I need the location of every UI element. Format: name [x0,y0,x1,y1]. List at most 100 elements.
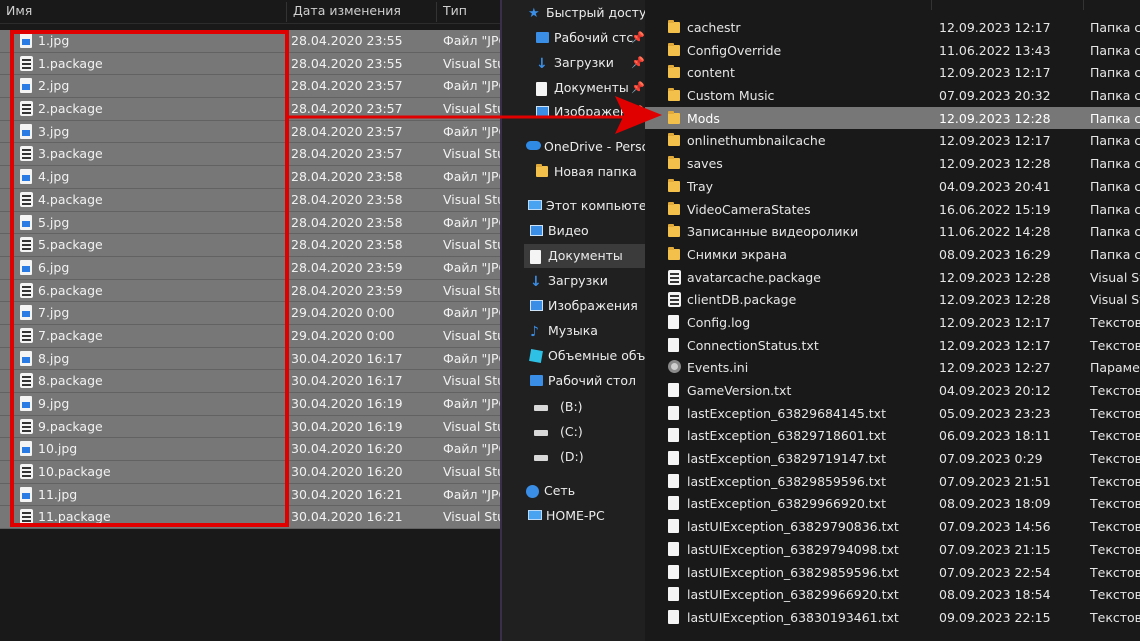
file-row[interactable]: lastException_63829718601.txt 06.09.2023 … [645,424,1140,447]
nav-item[interactable]: ♪ Музыка [530,320,645,342]
file-date: 28.04.2020 23:55 [291,33,403,48]
file-name: 3.package [38,146,103,162]
date-column-header[interactable]: Дата изменения [286,2,436,22]
file-row[interactable]: ConnectionStatus.txt 12.09.2023 12:17 Текс… [645,334,1140,357]
name-column-header[interactable] [661,0,931,10]
file-row[interactable]: 5.jpg 28.04.2020 23:58 Файл "JPG [0,211,500,235]
folder-row[interactable]: onlinethumbnailcache 12.09.2023 12:17 Папк… [645,129,1140,152]
file-row[interactable]: 9.package 30.04.2020 16:19 Visual Stuc [0,415,500,439]
nav-item[interactable]: ★ Быстрый доступ [528,2,645,24]
nav-item[interactable]: Этот компьютер [528,195,645,217]
folder-row[interactable]: Записанные видеоролики 11.06.2022 14:28 Па… [645,220,1140,243]
folder-row[interactable]: content 12.09.2023 12:17 Папка с [645,61,1140,84]
file-row[interactable]: 11.jpg 30.04.2020 16:21 Файл "JPG [0,483,500,507]
file-row[interactable]: lastUIException_63829966920.txt 08.09.202… [645,583,1140,606]
file-row[interactable]: lastUIException_63830193461.txt 09.09.202… [645,606,1140,629]
text-file-icon [668,405,679,420]
file-row[interactable]: avatarcache.package 12.09.2023 12:28 Visua… [645,266,1140,289]
file-name: avatarcache.package [687,269,821,285]
file-type: Visual Stuc [443,237,500,253]
folder-row[interactable]: Снимки экрана 08.09.2023 16:29 Папка с [645,243,1140,266]
file-type: Текстовь [1090,496,1140,512]
file-type: Файл "JPG [443,78,500,94]
folder-row[interactable]: ConfigOverride 11.06.2022 13:43 Папка с [645,39,1140,62]
file-type: Visual Stuc [443,418,500,434]
nav-item[interactable]: HOME-PC [528,505,645,527]
file-row[interactable]: 6.jpg 28.04.2020 23:59 Файл "JPG [0,256,500,280]
file-row[interactable]: 3.jpg 28.04.2020 23:57 Файл "JPG [0,120,500,144]
type-column-header[interactable]: Тип [436,2,500,22]
file-type: Текстовь [1090,473,1140,489]
file-row[interactable]: lastException_63829684145.txt 05.09.2023 … [645,402,1140,425]
date-column-header[interactable] [931,0,1083,10]
nav-item[interactable]: Новая папка [536,161,645,183]
pin-icon: 📌 [631,81,645,94]
file-row[interactable]: 7.package 29.04.2020 0:00 Visual Stuc [0,324,500,348]
file-row[interactable]: 3.package 28.04.2020 23:57 Visual Stuc [0,143,500,167]
nav-item[interactable]: Изображени 📌 [536,101,645,123]
file-row[interactable]: lastException_63829859596.txt 07.09.2023 … [645,470,1140,493]
nav-item[interactable]: Рабочий стс 📌 [536,27,645,49]
nav-item[interactable]: Видео [530,220,645,242]
folder-icon [668,133,680,147]
folder-icon [668,20,680,33]
nav-item[interactable]: (B:) [534,396,645,418]
file-row[interactable]: 11.package 30.04.2020 16:21 Visual Stuc [0,506,500,530]
file-name: 7.jpg [38,305,70,321]
nav-item[interactable]: Документы [530,245,645,267]
file-row[interactable]: 4.package 28.04.2020 23:58 Visual Stuc [0,188,500,212]
nav-item[interactable]: (D:) [534,446,645,468]
folder-row[interactable]: Mods 12.09.2023 12:28 Папка с [645,106,1140,130]
file-type: Папка с [1090,178,1140,194]
file-name: lastUIException_63829794098.txt [687,541,899,557]
file-row[interactable]: clientDB.package 12.09.2023 12:28 Visual S… [645,288,1140,311]
pin-icon: 📌 [631,56,645,69]
file-row[interactable]: 5.package 28.04.2020 23:58 Visual Stuc [0,234,500,257]
nav-item[interactable]: Сеть [526,480,645,502]
file-type: Папка с [1090,224,1140,240]
name-column-header[interactable]: Имя [0,2,286,22]
nav-item[interactable]: ↓ Загрузки [530,270,645,292]
nav-item[interactable]: Изображения [530,295,645,317]
file-row[interactable]: 6.package 28.04.2020 23:59 Visual Stuc [0,279,500,303]
file-row[interactable]: 2.package 28.04.2020 23:57 Visual Stuc [0,98,500,121]
file-row[interactable]: Events.ini 12.09.2023 12:27 Парамет [645,356,1140,379]
folder-row[interactable]: Custom Music 07.09.2023 20:32 Папка с [645,84,1140,107]
file-name: 3.jpg [38,123,70,139]
file-row[interactable]: 4.jpg 28.04.2020 23:58 Файл "JPG [0,166,500,189]
file-row[interactable]: Config.log 12.09.2023 12:17 Текстовь [645,311,1140,334]
file-date: 16.06.2022 15:19 [939,201,1051,217]
file-row[interactable]: 2.jpg 28.04.2020 23:57 Файл "JPG [0,75,500,99]
file-row[interactable]: 10.jpg 30.04.2020 16:20 Файл "JPG [0,438,500,462]
file-row[interactable]: 8.package 30.04.2020 16:17 Visual Stuc [0,370,500,393]
file-row[interactable]: lastUIException_63829859596.txt 07.09.202… [645,561,1140,584]
package-icon [20,418,33,434]
file-row[interactable]: lastUIException_63829790836.txt 07.09.202… [645,515,1140,538]
file-row[interactable]: lastException_63829719147.txt 07.09.2023 … [645,447,1140,470]
nav-item[interactable]: (C:) [534,421,645,443]
folder-row[interactable]: Tray 04.09.2023 20:41 Папка с [645,175,1140,198]
type-column-header[interactable] [1083,0,1140,10]
file-row[interactable]: 9.jpg 30.04.2020 16:19 Файл "JPG [0,393,500,416]
file-row[interactable]: 8.jpg 30.04.2020 16:17 Файл "JPG [0,347,500,371]
nav-item[interactable]: Объемные объ [529,345,645,367]
jpg-icon [20,214,32,230]
file-row[interactable]: lastException_63829966920.txt 08.09.2023 … [645,492,1140,515]
file-row[interactable]: 1.jpg 28.04.2020 23:55 Файл "JPG [0,30,500,53]
nav-item[interactable]: ↓ Загрузки 📌 [536,52,645,74]
nav-item-label: Рабочий стс [554,30,634,45]
folder-icon [668,224,680,238]
folder-row[interactable]: cachestr 12.09.2023 12:17 Папка с [645,16,1140,39]
file-row[interactable]: 1.package 28.04.2020 23:55 Visual Stuc [0,52,500,76]
nav-item[interactable]: OneDrive - Persor [526,136,645,158]
folder-row[interactable]: saves 12.09.2023 12:28 Папка с [645,152,1140,175]
file-row[interactable]: 7.jpg 29.04.2020 0:00 Файл "JPG [0,302,500,325]
file-row[interactable]: lastUIException_63829794098.txt 07.09.202… [645,538,1140,561]
nav-item[interactable]: Рабочий стол [530,370,645,392]
file-row[interactable]: 10.package 30.04.2020 16:20 Visual Stuc [0,461,500,484]
file-row[interactable]: GameVersion.txt 04.09.2023 20:12 Текстовь [645,379,1140,402]
file-name: GameVersion.txt [687,383,792,398]
folder-row[interactable]: VideoCameraStates 16.06.2022 15:19 Папка с [645,198,1140,221]
file-name: content [687,65,735,81]
nav-item[interactable]: Документы 📌 [536,77,645,99]
